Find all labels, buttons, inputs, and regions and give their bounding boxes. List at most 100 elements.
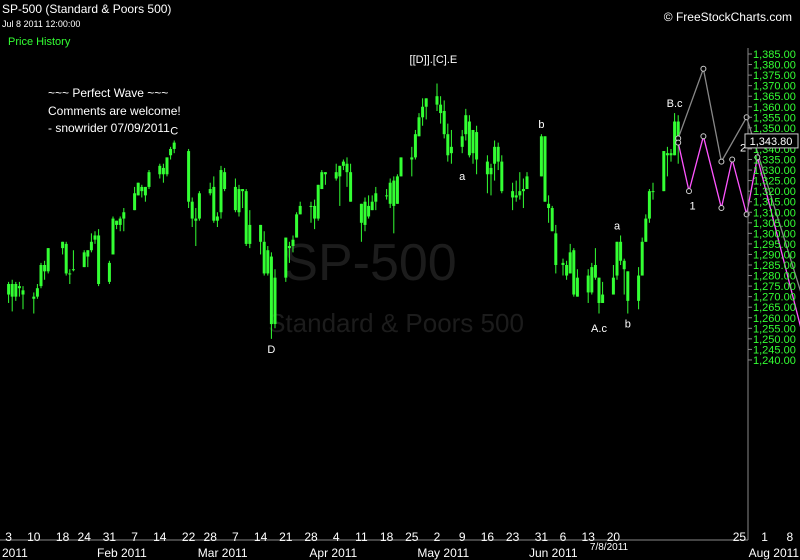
x-tick-label: 21: [279, 530, 293, 544]
candle-body: [136, 182, 140, 196]
wave-label: B.c: [667, 98, 683, 110]
candle-body: [395, 176, 399, 204]
x-tick-label: 31: [535, 530, 549, 544]
candle-body: [518, 191, 522, 196]
candle-body: [309, 205, 313, 207]
wave-label: b: [625, 319, 631, 331]
candle-body: [367, 205, 371, 217]
candle-body: [147, 172, 151, 187]
candle-body: [291, 239, 295, 247]
projection-point: [718, 205, 725, 212]
candle-body: [640, 241, 644, 276]
candle-body: [597, 277, 601, 303]
candle-body: [46, 248, 50, 272]
candle-body: [269, 256, 273, 325]
candle-body: [133, 193, 137, 211]
candle-body: [385, 195, 389, 197]
candle-body: [449, 146, 453, 154]
brand-link[interactable]: © FreeStockCharts.com: [664, 10, 792, 24]
candle-body: [284, 237, 288, 278]
wave-label: C: [170, 126, 178, 138]
candle-body: [161, 167, 165, 175]
candle-body: [359, 203, 363, 223]
watermark-name: Standard & Poors 500: [268, 308, 524, 338]
candle-body: [489, 167, 493, 175]
annotation-line: Comments are welcome!: [48, 104, 181, 118]
x-tick-label: 28: [204, 530, 218, 544]
x-tick-label: 24: [78, 530, 92, 544]
projection-point: [729, 156, 736, 163]
candle-body: [298, 205, 302, 215]
candle-body: [475, 132, 479, 160]
month-label: Feb 2011: [97, 546, 147, 560]
candle-body: [554, 233, 558, 265]
candle-body: [511, 191, 515, 198]
candle-body: [410, 157, 414, 160]
candle-body: [464, 115, 468, 135]
candle-body: [586, 275, 590, 293]
candle-body: [172, 142, 176, 149]
wave-label: a: [459, 171, 466, 183]
watermark-symbol: SP-500: [283, 234, 456, 292]
candle-body: [273, 277, 277, 325]
candle-body: [21, 290, 25, 295]
wave-label: A.c: [591, 323, 607, 335]
candle-body: [446, 134, 450, 156]
month-label: Apr 2011: [309, 546, 357, 560]
candle-body: [32, 296, 36, 299]
candle-body: [421, 106, 425, 118]
candle-body: [565, 265, 569, 276]
x-tick-label: 6: [560, 530, 567, 544]
x-tick-label: 1: [761, 530, 768, 544]
candle-body: [93, 235, 97, 240]
candle-body: [35, 288, 39, 297]
candle-body: [590, 267, 594, 293]
candle-body: [259, 224, 263, 242]
candle-body: [115, 220, 119, 225]
candle-body: [107, 262, 111, 282]
x-tick-label: 25: [405, 530, 419, 544]
tab-price-history[interactable]: Price History: [8, 36, 70, 48]
x-tick-label: 18: [380, 530, 394, 544]
candle-body: [435, 96, 439, 105]
candle-body: [190, 201, 194, 219]
month-label: Aug 2011: [749, 546, 800, 560]
candle-body: [244, 191, 248, 244]
price-chart: SP-500 Standard & Poors 500 C D [[D]].[C].E…: [0, 48, 800, 560]
annotation-line: - snowrider 07/09/2011: [48, 121, 170, 135]
chart-datetime: Jul 8 2011 12:00:00: [2, 19, 81, 29]
wave-label: a: [614, 220, 621, 232]
projection-point: [675, 139, 682, 146]
candle-body: [86, 250, 90, 257]
candle-body: [17, 286, 21, 289]
candle-body: [111, 218, 115, 255]
cursor-date-label: 7/8/2011: [590, 542, 629, 553]
candle-body: [370, 201, 374, 211]
month-label: May 2011: [417, 546, 469, 560]
candle-body: [593, 265, 597, 278]
candle-body: [140, 186, 144, 192]
x-tick-label: 8: [786, 530, 793, 544]
candle-body: [89, 241, 93, 251]
annotation-line: ~~~ Perfect Wave ~~~: [48, 86, 169, 100]
candle-body: [215, 216, 219, 221]
candle-body: [82, 252, 86, 268]
candle-body: [665, 153, 669, 156]
chart-title: SP-500 (Standard & Poors 500): [2, 2, 172, 16]
candle-body: [237, 189, 241, 213]
projection-point: [700, 133, 707, 140]
wave-label: 1: [690, 200, 696, 212]
x-tick-label: 22: [182, 530, 196, 544]
candle-body: [525, 176, 529, 190]
candle-body: [341, 161, 345, 166]
candle-body: [349, 172, 353, 202]
candle-body: [316, 184, 320, 219]
y-tick-label: 1,240.00: [753, 355, 796, 367]
candle-body: [219, 170, 223, 213]
candle-body: [561, 262, 565, 265]
candle-body: [169, 148, 173, 156]
x-tick-label: 31: [103, 530, 117, 544]
projection-point: [686, 188, 692, 195]
x-tick-label: 7: [131, 530, 138, 544]
candle-body: [187, 151, 191, 202]
